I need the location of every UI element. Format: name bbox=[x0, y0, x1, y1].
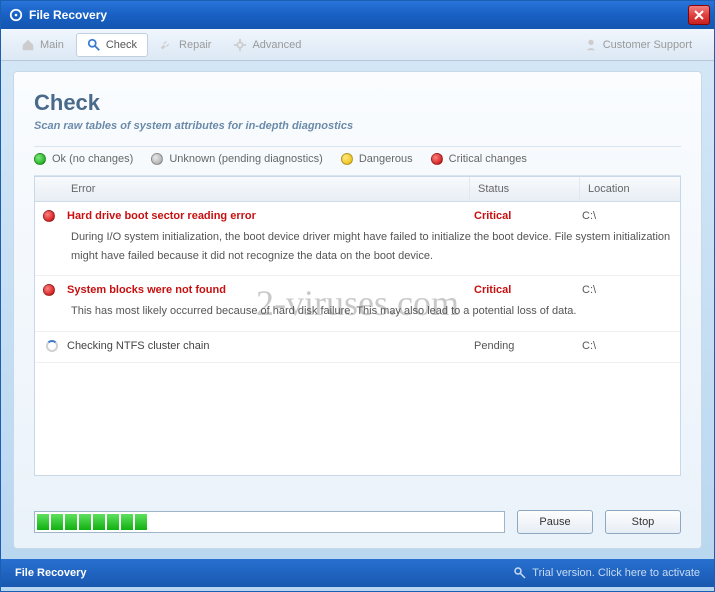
page-title: Check bbox=[34, 90, 681, 116]
progress-segment bbox=[135, 514, 147, 530]
legend-unknown: Unknown (pending diagnostics) bbox=[151, 153, 322, 165]
legend-critical: Critical changes bbox=[431, 153, 527, 165]
table-row[interactable]: System blocks were not foundCriticalC:\T… bbox=[35, 276, 680, 332]
pause-button[interactable]: Pause bbox=[517, 510, 593, 534]
row-location: C:\ bbox=[582, 284, 672, 296]
row-description: This has most likely occurred because of… bbox=[43, 296, 672, 321]
legend-dangerous: Dangerous bbox=[341, 153, 413, 165]
gear-icon bbox=[233, 38, 247, 52]
key-icon bbox=[514, 567, 526, 579]
progress-bar bbox=[34, 511, 505, 533]
row-title: System blocks were not found bbox=[61, 284, 474, 296]
th-icon bbox=[35, 177, 63, 201]
row-status: Critical bbox=[474, 284, 582, 296]
dot-green-icon bbox=[34, 153, 46, 165]
tab-label: Repair bbox=[179, 39, 211, 51]
th-error[interactable]: Error bbox=[63, 177, 470, 201]
status-legend: Ok (no changes) Unknown (pending diagnos… bbox=[34, 146, 681, 176]
legend-label: Critical changes bbox=[449, 153, 527, 165]
bottom-bar: Pause Stop bbox=[34, 510, 681, 534]
row-title: Hard drive boot sector reading error bbox=[61, 210, 474, 222]
legend-label: Unknown (pending diagnostics) bbox=[169, 153, 322, 165]
row-status: Critical bbox=[474, 210, 582, 222]
home-icon bbox=[21, 38, 35, 52]
toolbar: Main Check Repair Advanced Customer Supp… bbox=[1, 29, 714, 61]
th-location[interactable]: Location bbox=[580, 177, 680, 201]
tab-label: Advanced bbox=[252, 39, 301, 51]
th-status[interactable]: Status bbox=[470, 177, 580, 201]
person-icon bbox=[584, 38, 598, 52]
page-subtitle: Scan raw tables of system attributes for… bbox=[34, 120, 681, 132]
check-icon bbox=[87, 38, 101, 52]
dot-red-icon bbox=[431, 153, 443, 165]
tab-customer-support[interactable]: Customer Support bbox=[574, 34, 702, 56]
wrench-icon bbox=[160, 38, 174, 52]
row-title: Checking NTFS cluster chain bbox=[61, 340, 474, 352]
table-row[interactable]: Checking NTFS cluster chainPendingC:\ bbox=[35, 332, 680, 363]
titlebar[interactable]: File Recovery bbox=[1, 1, 714, 29]
table-body: Hard drive boot sector reading errorCrit… bbox=[35, 202, 680, 363]
tab-label: Main bbox=[40, 39, 64, 51]
spinner-icon bbox=[43, 340, 61, 352]
tab-check[interactable]: Check bbox=[76, 33, 148, 57]
row-status: Pending bbox=[474, 340, 582, 352]
statusbar-left: File Recovery bbox=[15, 567, 514, 579]
stop-button[interactable]: Stop bbox=[605, 510, 681, 534]
progress-segment bbox=[79, 514, 91, 530]
legend-label: Ok (no changes) bbox=[52, 153, 133, 165]
row-location: C:\ bbox=[582, 340, 672, 352]
progress-segment bbox=[51, 514, 63, 530]
statusbar-right-text: Trial version. Click here to activate bbox=[532, 567, 700, 579]
dot-gray-icon bbox=[151, 153, 163, 165]
progress-segment bbox=[37, 514, 49, 530]
tab-main[interactable]: Main bbox=[11, 34, 74, 56]
close-button[interactable] bbox=[688, 5, 710, 25]
app-icon bbox=[9, 8, 23, 22]
table-row[interactable]: Hard drive boot sector reading errorCrit… bbox=[35, 202, 680, 276]
tab-label: Check bbox=[106, 39, 137, 51]
window-title: File Recovery bbox=[29, 8, 688, 22]
legend-ok: Ok (no changes) bbox=[34, 153, 133, 165]
tab-advanced[interactable]: Advanced bbox=[223, 34, 311, 56]
statusbar: File Recovery Trial version. Click here … bbox=[1, 559, 714, 587]
content-wrap: Check Scan raw tables of system attribut… bbox=[1, 61, 714, 549]
tab-repair[interactable]: Repair bbox=[150, 34, 221, 56]
progress-segment bbox=[107, 514, 119, 530]
legend-label: Dangerous bbox=[359, 153, 413, 165]
activate-link[interactable]: Trial version. Click here to activate bbox=[514, 567, 700, 579]
progress-segment bbox=[121, 514, 133, 530]
window: File Recovery Main Check Repair Advanced… bbox=[0, 0, 715, 592]
close-icon bbox=[694, 10, 704, 20]
row-location: C:\ bbox=[582, 210, 672, 222]
dot-yellow-icon bbox=[341, 153, 353, 165]
row-description: During I/O system initialization, the bo… bbox=[43, 222, 672, 265]
error-table: Error Status Location Hard drive boot se… bbox=[34, 176, 681, 476]
content-panel: Check Scan raw tables of system attribut… bbox=[13, 71, 702, 549]
tab-label: Customer Support bbox=[603, 39, 692, 51]
table-header: Error Status Location bbox=[35, 177, 680, 202]
progress-segment bbox=[93, 514, 105, 530]
progress-segment bbox=[65, 514, 77, 530]
critical-icon bbox=[43, 210, 61, 222]
critical-icon bbox=[43, 284, 61, 296]
